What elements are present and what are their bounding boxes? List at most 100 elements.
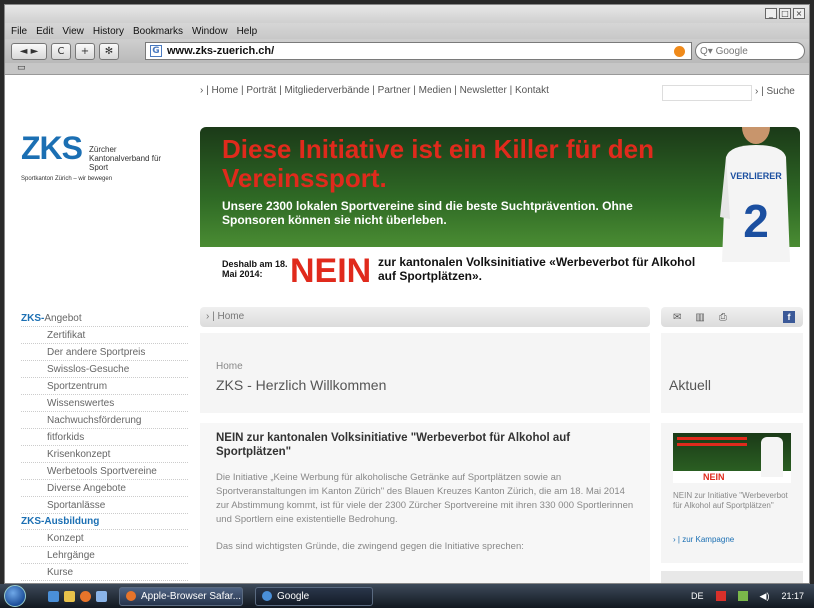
page-title: ZKS - Herzlich Willkommen: [216, 377, 387, 393]
sidenav-section-ausbildung[interactable]: ZKS-Ausbildung: [21, 514, 188, 530]
task-label: Google: [277, 590, 310, 602]
menu-window[interactable]: Window: [192, 26, 228, 37]
network-icon[interactable]: [737, 591, 748, 601]
section-prefix: ZKS-: [21, 516, 45, 527]
article-body: Die Initiative „Keine Werbung für alkoho…: [216, 472, 634, 525]
menu-bookmarks[interactable]: Bookmarks: [133, 26, 183, 37]
share-icon-bar: ✉ ▥ ⎙ f: [661, 307, 803, 327]
page-header-panel: Home ZKS - Herzlich Willkommen: [200, 333, 650, 413]
menu-help[interactable]: Help: [237, 26, 258, 37]
google-search-input[interactable]: Q▾ Google: [695, 42, 805, 60]
sidenav-item[interactable]: Wissenswertes: [21, 395, 188, 412]
facebook-icon[interactable]: f: [783, 311, 795, 323]
sidenav-item[interactable]: Sportzentrum: [21, 378, 188, 395]
zks-logo[interactable]: ZKS Zürcher Kantonalverband für Sport Sp…: [21, 130, 161, 182]
banner-date: Deshalb am 18. Mai 2014:: [222, 259, 288, 279]
web-page: › | Home | Porträt | Mitgliederverbände …: [5, 75, 809, 583]
url-text: www.zks-zuerich.ch/: [167, 45, 275, 57]
language-indicator[interactable]: DE: [691, 591, 704, 601]
antivirus-icon[interactable]: [715, 591, 726, 601]
page-crumb: Home: [216, 361, 243, 372]
banner-headline: Diese Initiative ist ein Killer für den …: [222, 134, 655, 193]
banner-nein: NEIN: [290, 252, 372, 290]
sidenav-item[interactable]: Krisenkonzept: [21, 446, 188, 463]
banner-top: Diese Initiative ist ein Killer für den …: [200, 127, 800, 247]
campaign-thumbnail[interactable]: NEIN: [673, 433, 791, 483]
shirt-text: VERLIERER: [730, 171, 782, 181]
sidenav-item[interactable]: Diverse Angebote: [21, 480, 188, 497]
browser-icon: [126, 591, 136, 601]
player-illustration: VERLIERER 2: [720, 127, 790, 262]
section-prefix: ZKS-: [21, 313, 45, 324]
article-footer: Das sind wichtigsten Gründe, die zwingen…: [216, 541, 524, 552]
switch-windows-icon[interactable]: [96, 590, 107, 602]
address-bar[interactable]: G www.zks-zuerich.ch/: [145, 42, 692, 60]
chrome-icon: [262, 591, 272, 601]
aktuell-panel: Aktuell: [661, 333, 803, 413]
sidebox-text: NEIN zur Initiative "Werbeverbot für Alk…: [673, 491, 788, 510]
maximize-button[interactable]: □: [779, 8, 791, 19]
taskbar-task-google[interactable]: Google: [255, 586, 373, 606]
banner-initiative: zur kantonalen Volksinitiative «Werbever…: [378, 255, 696, 283]
sidenav-item[interactable]: Kurse: [21, 564, 188, 581]
bookmark-icon[interactable]: ▥: [695, 312, 704, 323]
add-bookmark-button[interactable]: +: [75, 42, 95, 60]
sidenav-item[interactable]: Sportanlässe: [21, 497, 188, 514]
sidenav-item[interactable]: fitforkids: [21, 429, 188, 446]
top-navigation[interactable]: › | Home | Porträt | Mitgliederverbände …: [200, 85, 549, 96]
volume-icon[interactable]: ◀): [760, 591, 770, 602]
campaign-sidebox: NEIN NEIN zur Initiative "Werbeverbot fü…: [661, 423, 803, 563]
section-label: Angebot: [44, 313, 82, 324]
sidenav-section-angebot[interactable]: ZKS-Angebot: [21, 311, 188, 327]
menu-history[interactable]: History: [93, 26, 124, 37]
sidenav-item[interactable]: Nachwuchsförderung: [21, 412, 188, 429]
back-forward-button[interactable]: ◄ ►: [11, 42, 47, 60]
logo-tagline: Sportkanton Zürich – wir bewegen: [21, 176, 113, 182]
sidenav-item[interactable]: Der andere Sportpreis: [21, 344, 188, 361]
sidenav-item[interactable]: Swisslos-Gesuche: [21, 361, 188, 378]
mail-icon[interactable]: ✉: [673, 312, 681, 323]
aktuell-title: Aktuell: [669, 377, 712, 393]
bug-button[interactable]: ✻: [99, 42, 119, 60]
taskbar-task-safari[interactable]: Apple-Browser Safar...: [119, 586, 243, 606]
firefox-icon[interactable]: [80, 590, 91, 602]
folder-icon[interactable]: [64, 590, 75, 602]
section-label: Ausbildung: [44, 516, 100, 527]
book-icon[interactable]: ▭: [17, 63, 26, 73]
start-button[interactable]: [0, 584, 30, 608]
close-button[interactable]: ×: [793, 8, 805, 19]
rss-icon[interactable]: [674, 45, 685, 57]
quick-launch: [48, 590, 107, 602]
sidenav-item[interactable]: Lehrgänge: [21, 547, 188, 564]
article-title[interactable]: NEIN zur kantonalen Volksinitiative "Wer…: [216, 431, 634, 459]
logo-name: Zürcher Kantonalverband für Sport: [89, 145, 162, 172]
windows-orb-icon: [4, 585, 26, 607]
task-label: Apple-Browser Safar...: [141, 590, 242, 602]
sidenav-item[interactable]: Zertifikat: [21, 327, 188, 344]
side-navigation: ZKS-Angebot Zertifikat Der andere Sportp…: [21, 311, 188, 581]
search-link[interactable]: › | Suche: [755, 86, 795, 97]
reload-button[interactable]: C: [51, 42, 71, 60]
sidebox-next: [661, 571, 803, 583]
thumb-nein: NEIN: [703, 472, 725, 482]
logo-letters: ZKS: [21, 130, 83, 166]
toolbar: ◄ ► C + ✻ G www.zks-zuerich.ch/ Q▾ Googl…: [5, 39, 809, 63]
menu-view[interactable]: View: [62, 26, 84, 37]
menu-bar: File Edit View History Bookmarks Window …: [5, 23, 809, 39]
campaign-link[interactable]: › | zur Kampagne: [673, 535, 734, 544]
show-desktop-icon[interactable]: [48, 590, 59, 602]
site-favicon-icon: G: [150, 45, 162, 57]
sidenav-item[interactable]: Werbetools Sportvereine: [21, 463, 188, 480]
taskbar: Apple-Browser Safar... Google DE ◀) 21:1…: [0, 584, 814, 608]
system-tray: DE ◀) 21:17: [691, 584, 804, 608]
breadcrumb[interactable]: › | Home: [200, 307, 650, 327]
minimize-button[interactable]: _: [765, 8, 777, 19]
window-controls: _ □ ×: [765, 8, 805, 19]
menu-edit[interactable]: Edit: [36, 26, 53, 37]
campaign-banner[interactable]: Diese Initiative ist ein Killer für den …: [200, 127, 800, 295]
clock[interactable]: 21:17: [781, 591, 804, 601]
print-icon[interactable]: ⎙: [719, 312, 727, 323]
menu-file[interactable]: File: [11, 26, 27, 37]
sidenav-item[interactable]: Konzept: [21, 530, 188, 547]
site-search-input[interactable]: [662, 85, 752, 101]
